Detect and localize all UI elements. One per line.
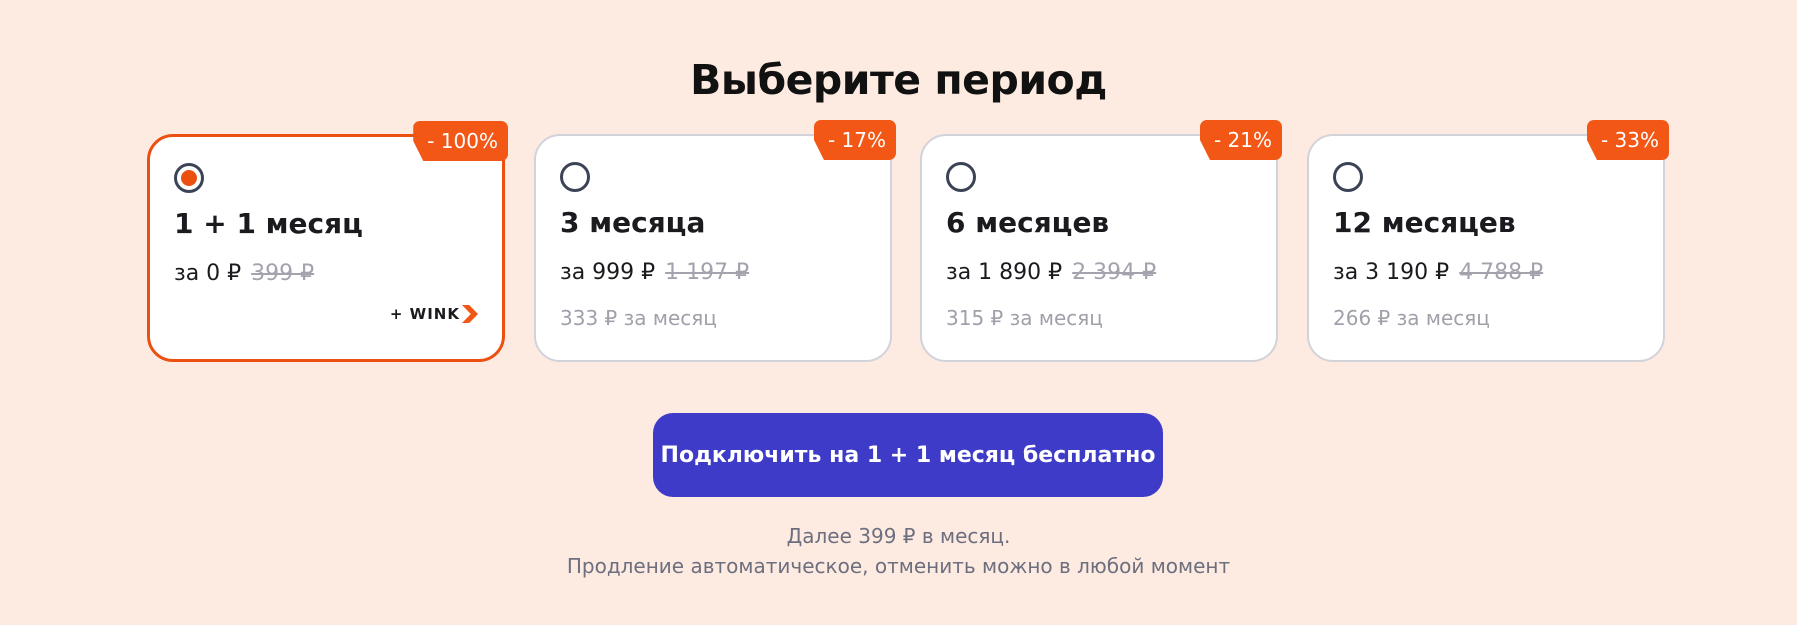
renewal-price-note: Далее 399 ₽ в месяц. bbox=[786, 524, 1011, 548]
plan-price-line: за 1 890 ₽ 2 394 ₽ bbox=[946, 260, 1156, 285]
plan-price-line: за 999 ₽ 1 197 ₽ bbox=[560, 260, 749, 285]
plan-per-month: 266 ₽ за месяц bbox=[1333, 306, 1490, 330]
plan-name: 12 месяцев bbox=[1333, 206, 1516, 239]
plan-price: за 999 ₽ bbox=[560, 260, 656, 285]
plan-old-price: 4 788 ₽ bbox=[1459, 260, 1544, 285]
plan-old-price: 2 394 ₽ bbox=[1072, 260, 1157, 285]
plan-old-price: 1 197 ₽ bbox=[665, 260, 750, 285]
wink-logo: + WINK bbox=[390, 305, 478, 323]
plan-name: 1 + 1 месяц bbox=[174, 207, 363, 240]
chevron-right-icon bbox=[462, 305, 478, 323]
radio-button[interactable] bbox=[560, 162, 590, 192]
plan-card-12-months[interactable]: - 33% 12 месяцев за 3 190 ₽ 4 788 ₽ 266 ₽… bbox=[1307, 120, 1669, 362]
discount-badge: - 100% bbox=[413, 121, 508, 161]
discount-badge: - 17% bbox=[813, 120, 896, 160]
discount-badge: - 21% bbox=[1199, 120, 1282, 160]
plan-price: за 1 890 ₽ bbox=[946, 260, 1063, 285]
plan-price: за 3 190 ₽ bbox=[1333, 260, 1450, 285]
auto-renewal-note: Продление автоматическое, отменить можно… bbox=[566, 554, 1231, 578]
plan-name: 6 месяцев bbox=[946, 206, 1110, 239]
plan-card-1-plus-1-month[interactable]: - 100% 1 + 1 месяц за 0 ₽ 399 ₽ + WINK bbox=[147, 121, 508, 362]
plan-price: за 0 ₽ bbox=[174, 261, 242, 286]
radio-button[interactable] bbox=[946, 162, 976, 192]
wink-logo-text: + WINK bbox=[389, 305, 460, 323]
discount-badge: - 33% bbox=[1586, 120, 1669, 160]
radio-selected-dot bbox=[181, 170, 197, 186]
plan-old-price: 399 ₽ bbox=[251, 261, 315, 286]
plan-options: - 100% 1 + 1 месяц за 0 ₽ 399 ₽ + WINK - … bbox=[147, 120, 1669, 364]
plan-card-6-months[interactable]: - 21% 6 месяцев за 1 890 ₽ 2 394 ₽ 315 ₽ … bbox=[920, 120, 1282, 362]
plan-card-3-months[interactable]: - 17% 3 месяца за 999 ₽ 1 197 ₽ 333 ₽ за … bbox=[534, 120, 896, 362]
plan-price-line: за 0 ₽ 399 ₽ bbox=[174, 261, 314, 286]
radio-button[interactable] bbox=[174, 163, 204, 193]
plan-name: 3 месяца bbox=[560, 206, 706, 239]
plan-per-month: 333 ₽ за месяц bbox=[560, 306, 717, 330]
page-title: Выберите период bbox=[690, 56, 1107, 104]
plan-per-month: 315 ₽ за месяц bbox=[946, 306, 1103, 330]
radio-button[interactable] bbox=[1333, 162, 1363, 192]
plan-price-line: за 3 190 ₽ 4 788 ₽ bbox=[1333, 260, 1543, 285]
subscribe-button[interactable]: Подключить на 1 + 1 месяц бесплатно bbox=[653, 413, 1163, 497]
